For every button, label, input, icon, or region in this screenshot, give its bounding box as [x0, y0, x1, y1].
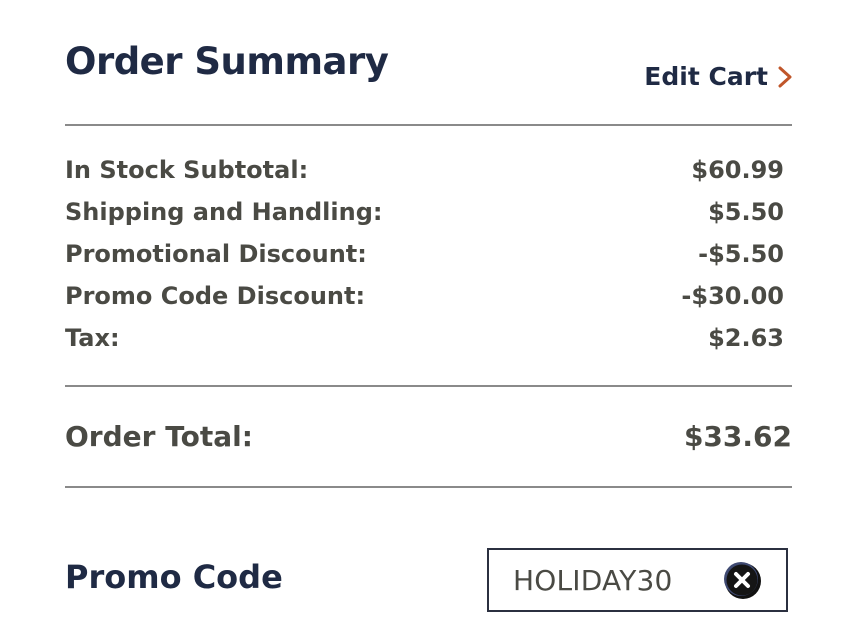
line-value: -$30.00: [681, 282, 784, 310]
line-label: Promotional Discount:: [65, 240, 367, 268]
divider: [65, 486, 792, 488]
applied-promo-code: HOLIDAY30: [513, 563, 673, 597]
line-label: Promo Code Discount:: [65, 282, 366, 310]
chevron-right-icon: [778, 66, 792, 87]
close-circle-icon[interactable]: [722, 560, 762, 600]
order-summary-panel: Order Summary Edit Cart In Stock Subtota…: [65, 0, 792, 644]
divider: [65, 385, 792, 387]
edit-cart-label: Edit Cart: [644, 62, 768, 91]
order-total-label: Order Total:: [65, 420, 253, 453]
line-value: -$5.50: [698, 240, 784, 268]
applied-promo-code-chip: HOLIDAY30: [487, 548, 788, 612]
line-value: $5.50: [708, 198, 784, 226]
line-label: Shipping and Handling:: [65, 198, 383, 226]
order-summary-title: Order Summary: [65, 40, 389, 83]
summary-line-promotional-discount: Promotional Discount: -$5.50: [65, 233, 784, 275]
line-value: $60.99: [691, 156, 784, 184]
divider: [65, 124, 792, 126]
line-label: Tax:: [65, 324, 120, 352]
summary-line-tax: Tax: $2.63: [65, 317, 784, 359]
edit-cart-link[interactable]: Edit Cart: [644, 62, 792, 91]
order-total-value: $33.62: [683, 420, 792, 453]
summary-line-subtotal: In Stock Subtotal: $60.99: [65, 149, 784, 191]
promo-code-title: Promo Code: [65, 558, 283, 596]
line-value: $2.63: [708, 324, 784, 352]
summary-line-promo-code-discount: Promo Code Discount: -$30.00: [65, 275, 784, 317]
line-label: In Stock Subtotal:: [65, 156, 309, 184]
summary-lines: In Stock Subtotal: $60.99 Shipping and H…: [65, 149, 784, 359]
order-total-row: Order Total: $33.62: [65, 420, 792, 453]
summary-line-shipping: Shipping and Handling: $5.50: [65, 191, 784, 233]
